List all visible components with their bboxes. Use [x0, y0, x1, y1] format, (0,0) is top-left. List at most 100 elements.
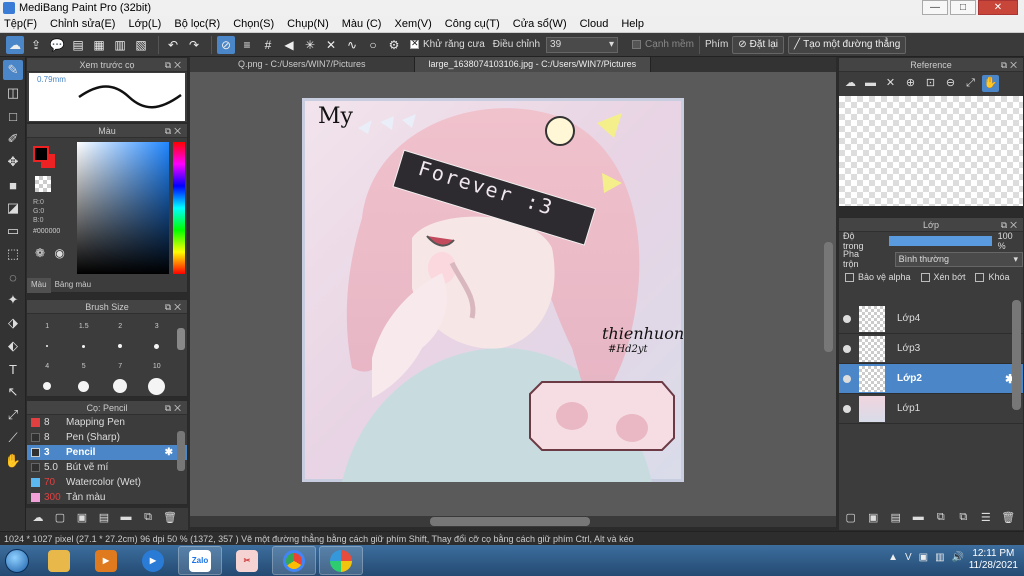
lock-checkbox[interactable]: Khóa [975, 272, 1010, 282]
size-dot-5[interactable] [29, 376, 66, 396]
cloud-icon[interactable]: ☁ [6, 35, 24, 54]
size-1[interactable]: 1 [29, 316, 66, 336]
size-5[interactable]: 5 [66, 356, 103, 376]
menu-window[interactable]: Cửa sổ(W) [513, 18, 567, 30]
zoom-in-icon[interactable]: ⊕ [902, 75, 919, 92]
size-dot-2[interactable] [66, 336, 103, 356]
tab-document-large[interactable]: large_1638074103106.jpg - C:/Users/WIN7/… [414, 57, 652, 72]
opacity-slider[interactable] [889, 236, 992, 246]
blend-mode-select[interactable]: Bình thường [894, 251, 1023, 267]
minimize-button[interactable]: — [922, 0, 948, 15]
layer-properties-icon[interactable]: ▤ [888, 511, 904, 524]
panel-controls-icon[interactable]: ⧉✕ [165, 58, 184, 72]
taskbar-snipping[interactable]: ✂ [225, 546, 269, 575]
size-dot-8[interactable] [139, 376, 176, 396]
layer-row[interactable]: Lớp3 [839, 334, 1023, 364]
brush-item[interactable]: 8 Mapping Pen [27, 415, 187, 430]
brush-item[interactable]: 300 Tản màu [27, 490, 187, 505]
size-7[interactable]: 7 [102, 356, 139, 376]
snap-off-icon[interactable]: ⊘ [217, 35, 235, 54]
snap-settings-icon[interactable]: ⚙ [385, 36, 403, 54]
fill-rect-tool-icon[interactable]: ■ [3, 175, 23, 195]
hand-icon[interactable]: ✋ [982, 74, 999, 92]
hand-tool-icon[interactable]: ✋ [3, 451, 23, 471]
panel-controls-icon[interactable]: ⧉✕ [1001, 58, 1020, 72]
menu-file[interactable]: Tệp(F) [4, 18, 37, 30]
taskbar-zalo[interactable]: Zalo [178, 546, 222, 575]
tray-arrow-icon[interactable]: ▲ [888, 552, 898, 563]
taskbar-wmp[interactable]: ▶ [131, 546, 175, 575]
straight-line-button[interactable]: ╱ Tạo một đường thẳng [788, 35, 907, 54]
size-dot-7[interactable] [102, 376, 139, 396]
move-tool-icon[interactable]: ✥ [3, 152, 23, 172]
close-reference-icon[interactable]: ✕ [882, 75, 899, 92]
select-pen-tool-icon[interactable]: ⬗ [3, 313, 23, 333]
menu-snap[interactable]: Chụp(N) [287, 18, 329, 30]
rect-tool-icon[interactable]: □ [3, 106, 23, 126]
brush-item[interactable]: 5.0 Bút vẽ mí [27, 460, 187, 475]
artwork-canvas[interactable]: My Forever :3 thienhuong #Hd2yt [302, 98, 684, 482]
layer-row-selected[interactable]: Lớp2 ✱ [839, 364, 1023, 394]
size-10[interactable]: 10 [139, 356, 176, 376]
menu-layer[interactable]: Lớp(L) [128, 18, 161, 30]
size-dot-4[interactable] [139, 336, 176, 356]
layers-scrollbar[interactable] [1012, 300, 1021, 410]
dot-tool-icon[interactable]: ✐ [3, 129, 23, 149]
new-layer-menu-icon[interactable]: ▣ [866, 511, 882, 524]
clipping-checkbox[interactable]: Xén bớt [920, 272, 965, 282]
new-brush-icon[interactable]: ▢ [52, 511, 68, 527]
foreground-color-swatch[interactable] [33, 146, 49, 162]
lasso-tool-icon[interactable]: ◌ [3, 267, 23, 287]
taskbar-explorer[interactable] [37, 546, 81, 575]
size-2[interactable]: 2 [102, 316, 139, 336]
eraser-tool-icon[interactable]: ◫ [3, 83, 23, 103]
material-icon[interactable]: ▥ [111, 36, 129, 54]
snap-cross-icon[interactable]: ✕ [322, 36, 340, 54]
palette-icon[interactable]: ❁ [35, 246, 45, 260]
maximize-button[interactable]: □ [950, 0, 976, 15]
layer-menu-icon[interactable]: ☰ [978, 511, 994, 524]
panel-controls-icon[interactable]: ⧉✕ [165, 401, 184, 415]
size-dot-3[interactable] [102, 336, 139, 356]
brush-folder-icon[interactable]: ▬ [118, 511, 134, 527]
redo-icon[interactable]: ↷ [185, 36, 203, 54]
antialias-checkbox[interactable]: Khử răng cưa [410, 38, 485, 50]
undo-icon[interactable]: ↶ [164, 36, 182, 54]
tab-color[interactable]: Màu [27, 278, 51, 293]
color-picker-icon[interactable]: ◉ [54, 246, 64, 260]
size-dot-6[interactable] [66, 376, 103, 396]
tray-app-icon[interactable]: ▣ [919, 552, 928, 563]
size-dot-1[interactable] [29, 336, 66, 356]
menu-select[interactable]: Chọn(S) [233, 18, 274, 30]
snap-radial-icon[interactable]: ✳ [301, 36, 319, 54]
comment-icon[interactable]: 💬 [48, 36, 66, 54]
saturation-value-field[interactable] [77, 142, 169, 274]
duplicate-layer-icon[interactable]: ⧉ [956, 511, 972, 524]
panel-controls-icon[interactable]: ⧉✕ [165, 124, 184, 138]
layer-row[interactable]: Lớp1 [839, 394, 1023, 424]
document-icon[interactable]: ▦ [90, 36, 108, 54]
snap-curve-icon[interactable]: ∿ [343, 36, 361, 54]
eye-icon[interactable] [843, 374, 851, 383]
panel-controls-icon[interactable]: ⧉✕ [1001, 218, 1020, 232]
snap-circle-icon[interactable]: ○ [364, 36, 382, 54]
duplicate-brush-icon[interactable]: ⧉ [140, 511, 156, 527]
menu-view[interactable]: Xem(V) [394, 18, 431, 30]
taskbar-chrome[interactable] [272, 546, 316, 575]
bucket-tool-icon[interactable]: ◪ [3, 198, 23, 218]
operation-tool-icon[interactable]: ↖ [3, 382, 23, 402]
text-tool-icon[interactable]: T [3, 359, 23, 379]
canvas-vertical-scrollbar[interactable] [824, 242, 833, 352]
eyedropper-tool-icon[interactable]: ⤢ [3, 405, 23, 425]
adjust-select[interactable]: 39 [546, 36, 619, 53]
snap-vanish-icon[interactable]: ◀ [280, 36, 298, 54]
reset-button[interactable]: ⊘ Đặt lại [732, 35, 785, 54]
menu-edit[interactable]: Chỉnh sửa(E) [50, 18, 115, 30]
snap-grid-icon[interactable]: # [259, 36, 277, 54]
select-eraser-tool-icon[interactable]: ⬖ [3, 336, 23, 356]
size-3[interactable]: 3 [139, 316, 176, 336]
cloud-icon[interactable]: ☁ [842, 75, 859, 92]
brush-properties-icon[interactable]: ▤ [96, 511, 112, 527]
close-button[interactable]: ✕ [978, 0, 1018, 15]
volume-icon[interactable]: 🔊 [952, 552, 964, 563]
